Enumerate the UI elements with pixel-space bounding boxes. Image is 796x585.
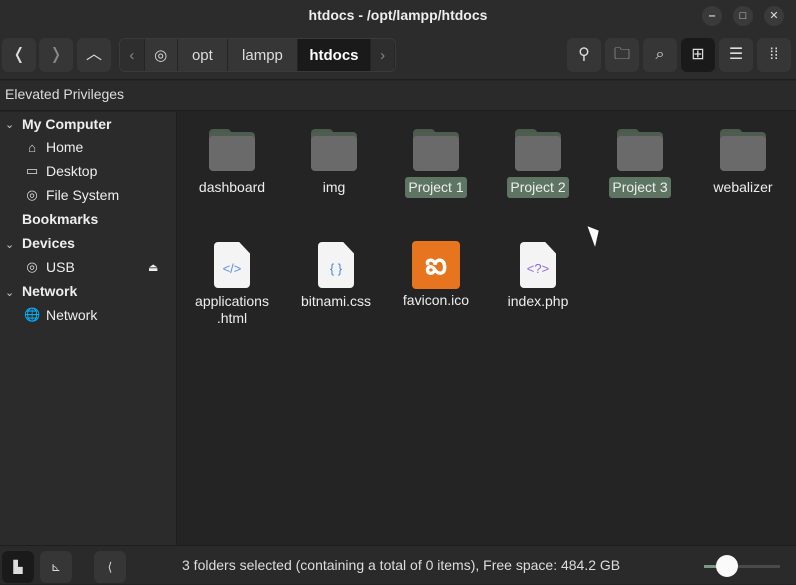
places-icon[interactable]: ▙ <box>2 551 34 583</box>
drive-icon: ◎ <box>26 259 38 274</box>
drive-icon: ◎ <box>26 187 38 202</box>
elevated-privileges-banner: Elevated Privileges <box>0 81 796 111</box>
breadcrumb-opt[interactable]: opt <box>177 39 229 71</box>
file-item[interactable]: ఐ favicon.ico <box>386 241 486 311</box>
mouse-cursor <box>587 223 604 247</box>
status-text: 3 folders selected (containing a total o… <box>182 557 621 573</box>
close-button[interactable]: ✕ <box>764 6 784 26</box>
item-label: dashboard <box>198 179 266 195</box>
folder-icon <box>311 129 357 171</box>
folder-item[interactable]: img <box>284 129 384 198</box>
drive-icon[interactable]: ◎ <box>144 39 178 71</box>
sidebar-header-bookmarks[interactable]: Bookmarks <box>22 211 98 227</box>
sidebar-item-network[interactable]: 🌐 Network <box>24 307 97 323</box>
item-label: Project 3 <box>609 177 671 198</box>
folder-item[interactable]: dashboard <box>182 129 282 198</box>
sidebar-item-file-system[interactable]: ◎ File System <box>24 187 119 203</box>
location-pin-icon[interactable]: ⚲ <box>567 38 601 72</box>
breadcrumb-scroll-left[interactable]: ‹ <box>120 39 145 71</box>
toggle-sidebar-icon[interactable]: ⟨ <box>94 551 126 583</box>
home-icon: ⌂ <box>28 139 36 155</box>
maximize-button[interactable]: □ <box>733 6 753 26</box>
sidebar-item-home[interactable]: ⌂ Home <box>24 139 83 155</box>
status-bar: ▙ ⊾ ⟨ 3 folders selected (containing a t… <box>0 545 796 584</box>
zoom-slider-handle[interactable] <box>716 555 738 577</box>
sidebar-header-my-computer[interactable]: My Computer <box>22 116 111 132</box>
window-title: htdocs - /opt/lampp/htdocs <box>308 7 488 23</box>
item-label: Project 1 <box>405 177 467 198</box>
html-file-icon: </> <box>214 242 250 288</box>
search-icon[interactable]: ⌕ <box>643 38 677 72</box>
compact-view-icon[interactable]: ⁞⁞ <box>757 38 791 72</box>
tree-view-icon[interactable]: ⊾ <box>40 551 72 583</box>
item-label: favicon.ico <box>402 292 470 308</box>
folder-icon <box>720 129 766 171</box>
desktop-icon: ▭ <box>25 163 39 178</box>
php-file-icon: <?> <box>520 242 556 288</box>
sidebar: ⌄ My Computer ⌂ Home ▭ Desktop ◎ File Syste… <box>0 112 177 545</box>
breadcrumb-scroll-right[interactable]: › <box>371 39 395 71</box>
forward-button[interactable]: ❭ <box>39 38 73 72</box>
up-button[interactable]: ︿ <box>77 38 111 72</box>
xampp-icon: ఐ <box>412 241 460 289</box>
chevron-down-icon[interactable]: ⌄ <box>5 118 14 131</box>
sidebar-item-label: USB <box>46 259 75 275</box>
item-label: applications .html <box>195 293 269 326</box>
file-item[interactable]: <?> index.php <box>488 242 588 312</box>
file-item[interactable]: { } bitnami.css <box>286 242 386 312</box>
title-bar: htdocs - /opt/lampp/htdocs ‒ □ ✕ <box>0 0 796 30</box>
sidebar-item-desktop[interactable]: ▭ Desktop <box>24 163 98 179</box>
item-label: webalizer <box>713 179 773 195</box>
folder-item-selected[interactable]: Project 1 <box>386 129 486 198</box>
minimize-button[interactable]: ‒ <box>702 6 722 26</box>
list-view-icon[interactable]: ☰ <box>719 38 753 72</box>
sidebar-item-label: Desktop <box>46 163 98 179</box>
breadcrumb-htdocs[interactable]: htdocs <box>297 39 372 71</box>
item-label: img <box>322 179 346 195</box>
folder-icon <box>617 129 663 171</box>
folder-item-selected[interactable]: Project 2 <box>488 129 588 198</box>
icon-view-icon[interactable]: ⊞ <box>681 38 715 72</box>
globe-icon: 🌐 <box>24 307 41 322</box>
breadcrumb-lampp[interactable]: lampp <box>228 39 298 71</box>
eject-icon[interactable]: ⏏ <box>148 261 158 274</box>
toolbar: ❬ ❭ ︿ ‹ ◎ opt lampp htdocs › ⚲ 🗀 ⌕ ⊞ ☰ ⁞… <box>0 30 796 80</box>
sidebar-item-label: Network <box>46 307 98 323</box>
sidebar-item-usb[interactable]: ◎ USB <box>24 259 75 275</box>
folder-icon <box>209 129 255 171</box>
breadcrumb: ‹ ◎ opt lampp htdocs › <box>119 38 396 72</box>
folder-item-selected[interactable]: Project 3 <box>590 129 690 198</box>
new-folder-icon[interactable]: 🗀 <box>605 38 639 72</box>
item-label: bitnami.css <box>300 293 372 309</box>
file-item[interactable]: </> applications .html <box>182 242 282 329</box>
sidebar-item-label: Home <box>46 139 84 155</box>
chevron-down-icon[interactable]: ⌄ <box>5 286 14 299</box>
folder-icon <box>515 129 561 171</box>
sidebar-header-network[interactable]: Network <box>22 283 77 299</box>
back-button[interactable]: ❬ <box>2 38 36 72</box>
folder-icon <box>413 129 459 171</box>
css-file-icon: { } <box>318 242 354 288</box>
sidebar-header-devices[interactable]: Devices <box>22 235 75 251</box>
folder-item[interactable]: webalizer <box>693 129 793 198</box>
item-label: index.php <box>507 293 569 309</box>
item-label: Project 2 <box>507 177 569 198</box>
chevron-down-icon[interactable]: ⌄ <box>5 238 14 251</box>
sidebar-item-label: File System <box>46 187 120 203</box>
